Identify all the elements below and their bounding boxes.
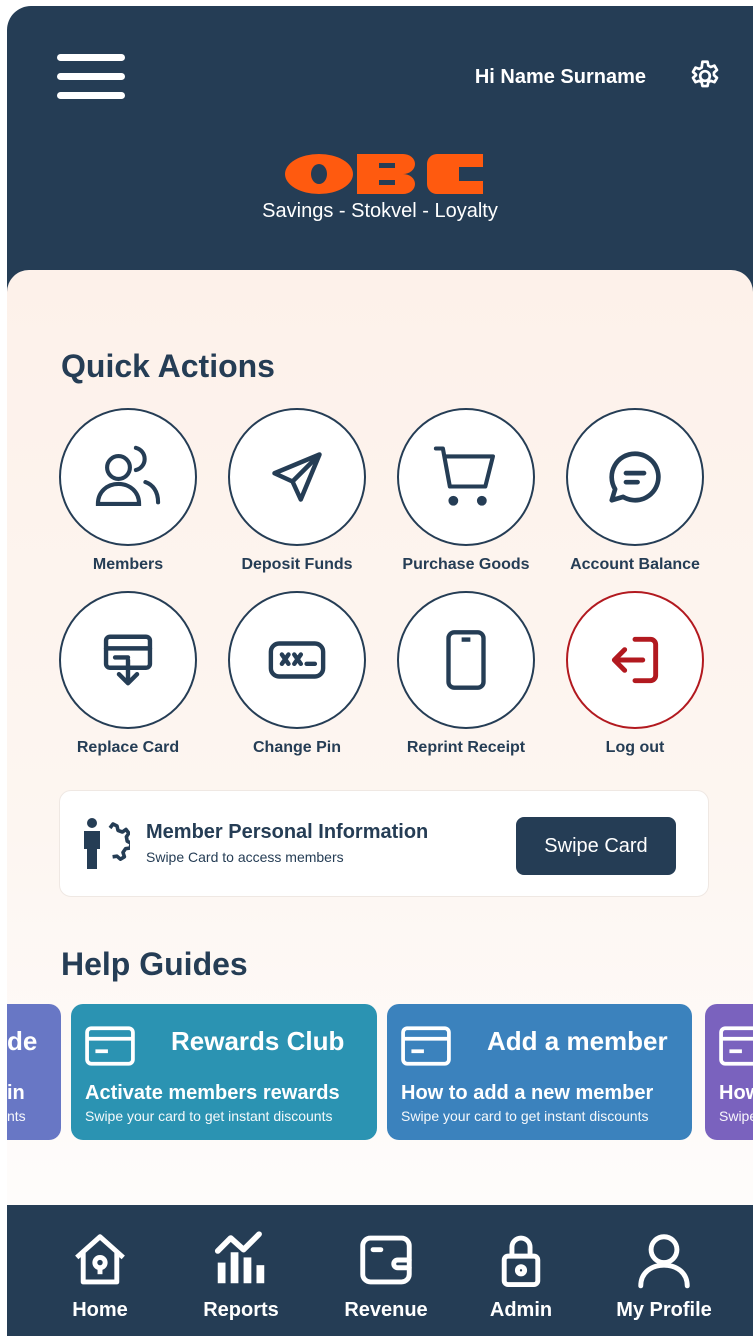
action-label: Log out <box>605 739 665 756</box>
card-icon <box>719 1026 753 1066</box>
lock-icon <box>501 1235 541 1287</box>
nav-my-profile[interactable]: My Profile <box>594 1205 734 1336</box>
guide-card-add-member[interactable]: Add a member How to add a new member Swi… <box>387 1004 692 1140</box>
quick-actions-title: Quick Actions <box>61 348 275 384</box>
member-info-subtitle: Swipe Card to access members <box>146 849 344 865</box>
member-info-title: Member Personal Information <box>146 821 429 843</box>
action-label: Purchase Goods <box>402 556 530 573</box>
wallet-icon <box>360 1235 412 1285</box>
nav-label: Admin <box>489 1299 553 1321</box>
action-label: Replace Card <box>76 739 180 756</box>
bottom-nav: Home Reports Revenue Admin My Profile <box>7 1205 753 1336</box>
help-guides-title: Help Guides <box>61 946 248 982</box>
nav-label: My Profile <box>616 1299 712 1321</box>
user-greeting: Hi Name Surname <box>474 66 646 88</box>
logout-icon <box>566 591 704 729</box>
guide-subtitle: Swipe your card to get instant discounts <box>401 1108 649 1124</box>
phone-icon <box>397 591 535 729</box>
brand-tagline: Savings - Stokvel - Loyalty <box>262 200 498 222</box>
action-label: Deposit Funds <box>241 556 353 573</box>
app-screen: Hi Name Surname Savings - Stokvel - Loya… <box>7 6 753 1336</box>
guide-title: Rewards Club <box>171 1026 345 1056</box>
shopping-cart-icon <box>397 408 535 546</box>
nav-reports[interactable]: Reports <box>171 1205 311 1336</box>
guide-card-rewards-club[interactable]: Rewards Club Activate members rewards Sw… <box>71 1004 377 1140</box>
nav-label: Revenue <box>344 1299 428 1321</box>
nav-label: Reports <box>203 1299 279 1321</box>
nav-admin[interactable]: Admin <box>451 1205 591 1336</box>
member-gear-icon <box>84 818 130 869</box>
profile-icon <box>638 1234 690 1289</box>
obc-logo <box>285 154 483 194</box>
nav-home[interactable]: Home <box>30 1205 170 1336</box>
pin-code-icon <box>228 591 366 729</box>
members-icon <box>59 408 197 546</box>
guide-subtitle: Swipe your card to get instant discounts <box>85 1108 333 1124</box>
guide-heading: Activate members rewards <box>85 1082 340 1104</box>
gear-icon[interactable] <box>687 58 723 94</box>
home-icon <box>75 1234 125 1285</box>
help-guides-carousel[interactable]: de in nts Rewards Club Activate members … <box>7 1004 753 1144</box>
chat-bubble-icon <box>566 408 704 546</box>
paper-plane-icon <box>228 408 366 546</box>
hamburger-menu-icon[interactable] <box>57 54 127 102</box>
reports-chart-icon <box>214 1231 265 1284</box>
action-label: Reprint Receipt <box>406 739 526 756</box>
action-label: Account Balance <box>570 556 700 573</box>
action-label: Change Pin <box>252 739 341 756</box>
swipe-card-button[interactable]: Swipe Card <box>516 817 676 875</box>
guide-card-partial-right[interactable]: How Swipe <box>705 1004 753 1140</box>
card-download-icon <box>59 591 197 729</box>
nav-label: Home <box>72 1299 128 1321</box>
nav-revenue[interactable]: Revenue <box>316 1205 456 1336</box>
card-icon <box>85 1026 135 1066</box>
action-label: Members <box>92 556 164 573</box>
guide-title: Add a member <box>487 1026 668 1056</box>
guide-card-partial-left[interactable]: de in nts <box>7 1004 61 1140</box>
member-info-card: Member Personal Information Swipe Card t… <box>59 790 709 897</box>
main-content: Quick Actions Members Deposit Funds Purc… <box>7 270 753 1205</box>
guide-heading: How to add a new member <box>401 1082 654 1104</box>
card-icon <box>401 1026 451 1066</box>
